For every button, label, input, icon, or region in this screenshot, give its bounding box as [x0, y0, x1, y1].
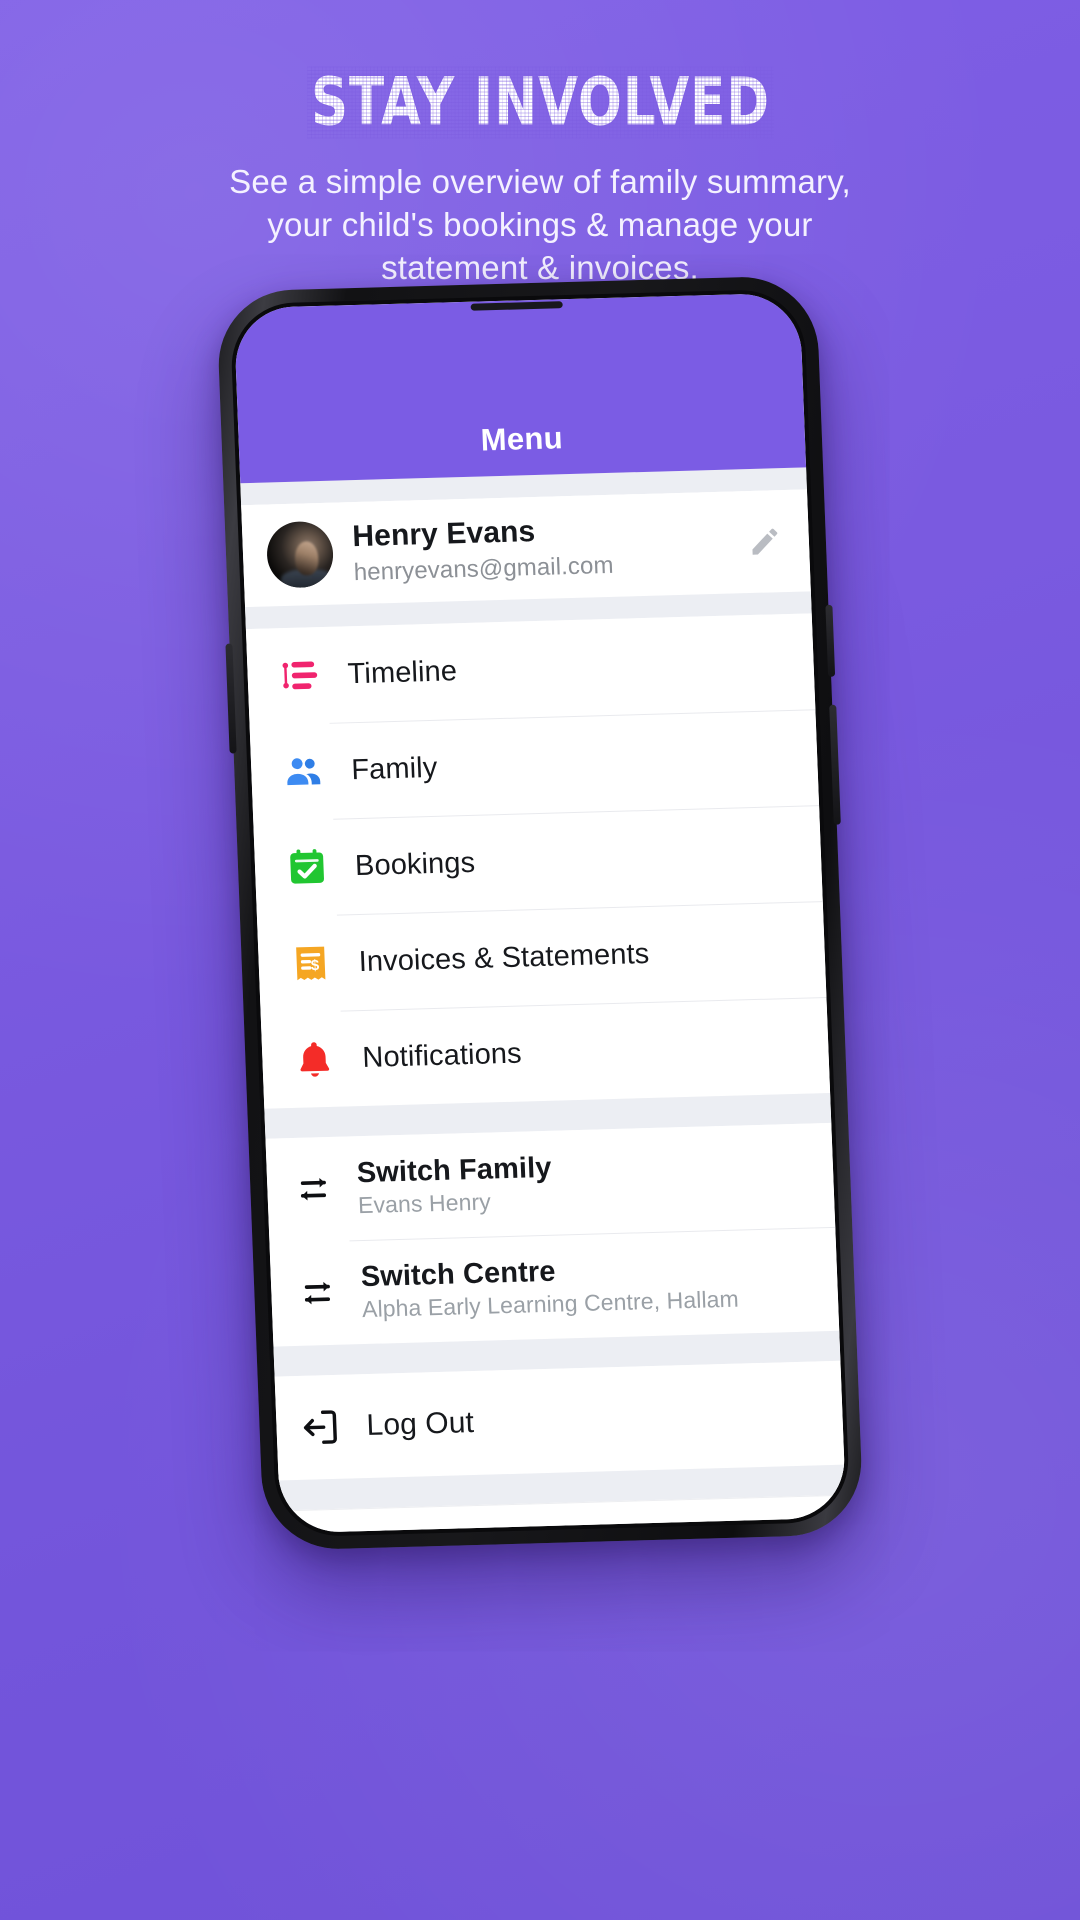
logout-list: Log Out	[274, 1360, 845, 1481]
menu-item-timeline[interactable]: Timeline	[246, 613, 815, 725]
calendar-check-icon	[282, 843, 332, 892]
menu-item-label: Notifications	[361, 1037, 523, 1074]
switch-family-text: Switch Family Evans Henry	[356, 1152, 553, 1219]
people-icon	[278, 747, 328, 796]
edit-profile-button[interactable]	[742, 519, 788, 564]
promo-headline: STAY INVOLVED	[306, 64, 774, 141]
menu-item-notifications[interactable]: Notifications	[261, 997, 830, 1109]
app-header: Menu	[233, 292, 807, 484]
profile-text: Henry Evans henryevans@gmail.com	[352, 509, 724, 587]
page-title: Menu	[480, 420, 564, 458]
phone-mockup: Menu Henry Evans henryevans@gmail.com Ti…	[215, 275, 865, 1551]
menu-item-sublabel: Evans Henry	[357, 1188, 492, 1219]
logout-icon	[296, 1403, 346, 1452]
menu-scroll-area: Henry Evans henryevans@gmail.com Timelin…	[241, 489, 846, 1511]
nav-item-timeline[interactable]	[280, 1508, 426, 1534]
promo-subtitle-line-2: your child's bookings & manage your	[267, 205, 813, 243]
menu-item-label: Bookings	[354, 846, 476, 882]
hamburger-menu-icon	[751, 1527, 803, 1533]
nav-item-notifications[interactable]	[563, 1500, 709, 1534]
profile-email: henryevans@gmail.com	[353, 551, 615, 587]
phone-frame: Menu Henry Evans henryevans@gmail.com Ti…	[215, 275, 865, 1551]
bell-icon	[290, 1035, 340, 1084]
promo-subtitle: See a simple overview of family summary,…	[0, 161, 1080, 290]
switch-centre-text: Switch Centre Alpha Early Learning Centr…	[360, 1251, 739, 1323]
promo-text-block: STAY INVOLVED See a simple overview of f…	[0, 64, 1080, 290]
timeline-list-icon	[275, 651, 325, 700]
profile-row[interactable]: Henry Evans henryevans@gmail.com	[241, 489, 811, 608]
menu-item-label: Timeline	[347, 654, 458, 690]
nav-item-menu[interactable]	[704, 1496, 846, 1534]
switch-menu-list: Switch Family Evans Henry Switch Centre …	[265, 1122, 840, 1347]
menu-item-logout[interactable]: Log Out	[275, 1361, 845, 1481]
promo-subtitle-line-1: See a simple overview of family summary,	[229, 163, 851, 200]
swap-arrows-icon	[289, 1165, 339, 1214]
menu-item-switch-centre[interactable]: Switch Centre Alpha Early Learning Centr…	[269, 1227, 839, 1347]
menu-item-switch-family[interactable]: Switch Family Evans Henry	[265, 1123, 835, 1243]
swap-arrows-icon	[293, 1269, 343, 1318]
avatar	[265, 520, 335, 589]
menu-item-label: Family	[350, 751, 438, 786]
menu-item-label: Invoices & Statements	[358, 937, 650, 978]
menu-item-label: Log Out	[365, 1406, 475, 1443]
menu-item-invoices-statements[interactable]: $ Invoices & Statements	[257, 901, 826, 1013]
pencil-icon	[752, 528, 778, 555]
menu-item-bookings[interactable]: Bookings	[253, 805, 822, 917]
profile-name: Henry Evans	[351, 515, 536, 554]
phone-screen: Menu Henry Evans henryevans@gmail.com Ti…	[233, 292, 847, 1534]
phone-bezel: Menu Henry Evans henryevans@gmail.com Ti…	[229, 288, 851, 1538]
menu-item-label: Switch Family	[356, 1151, 553, 1190]
primary-menu-list: Timeline Family Bookings $ Invoices & St…	[245, 613, 831, 1109]
receipt-dollar-icon: $	[286, 939, 336, 988]
nav-item-calendar[interactable]	[421, 1504, 567, 1534]
menu-item-family[interactable]: Family	[250, 709, 819, 821]
svg-text:$: $	[311, 957, 321, 974]
